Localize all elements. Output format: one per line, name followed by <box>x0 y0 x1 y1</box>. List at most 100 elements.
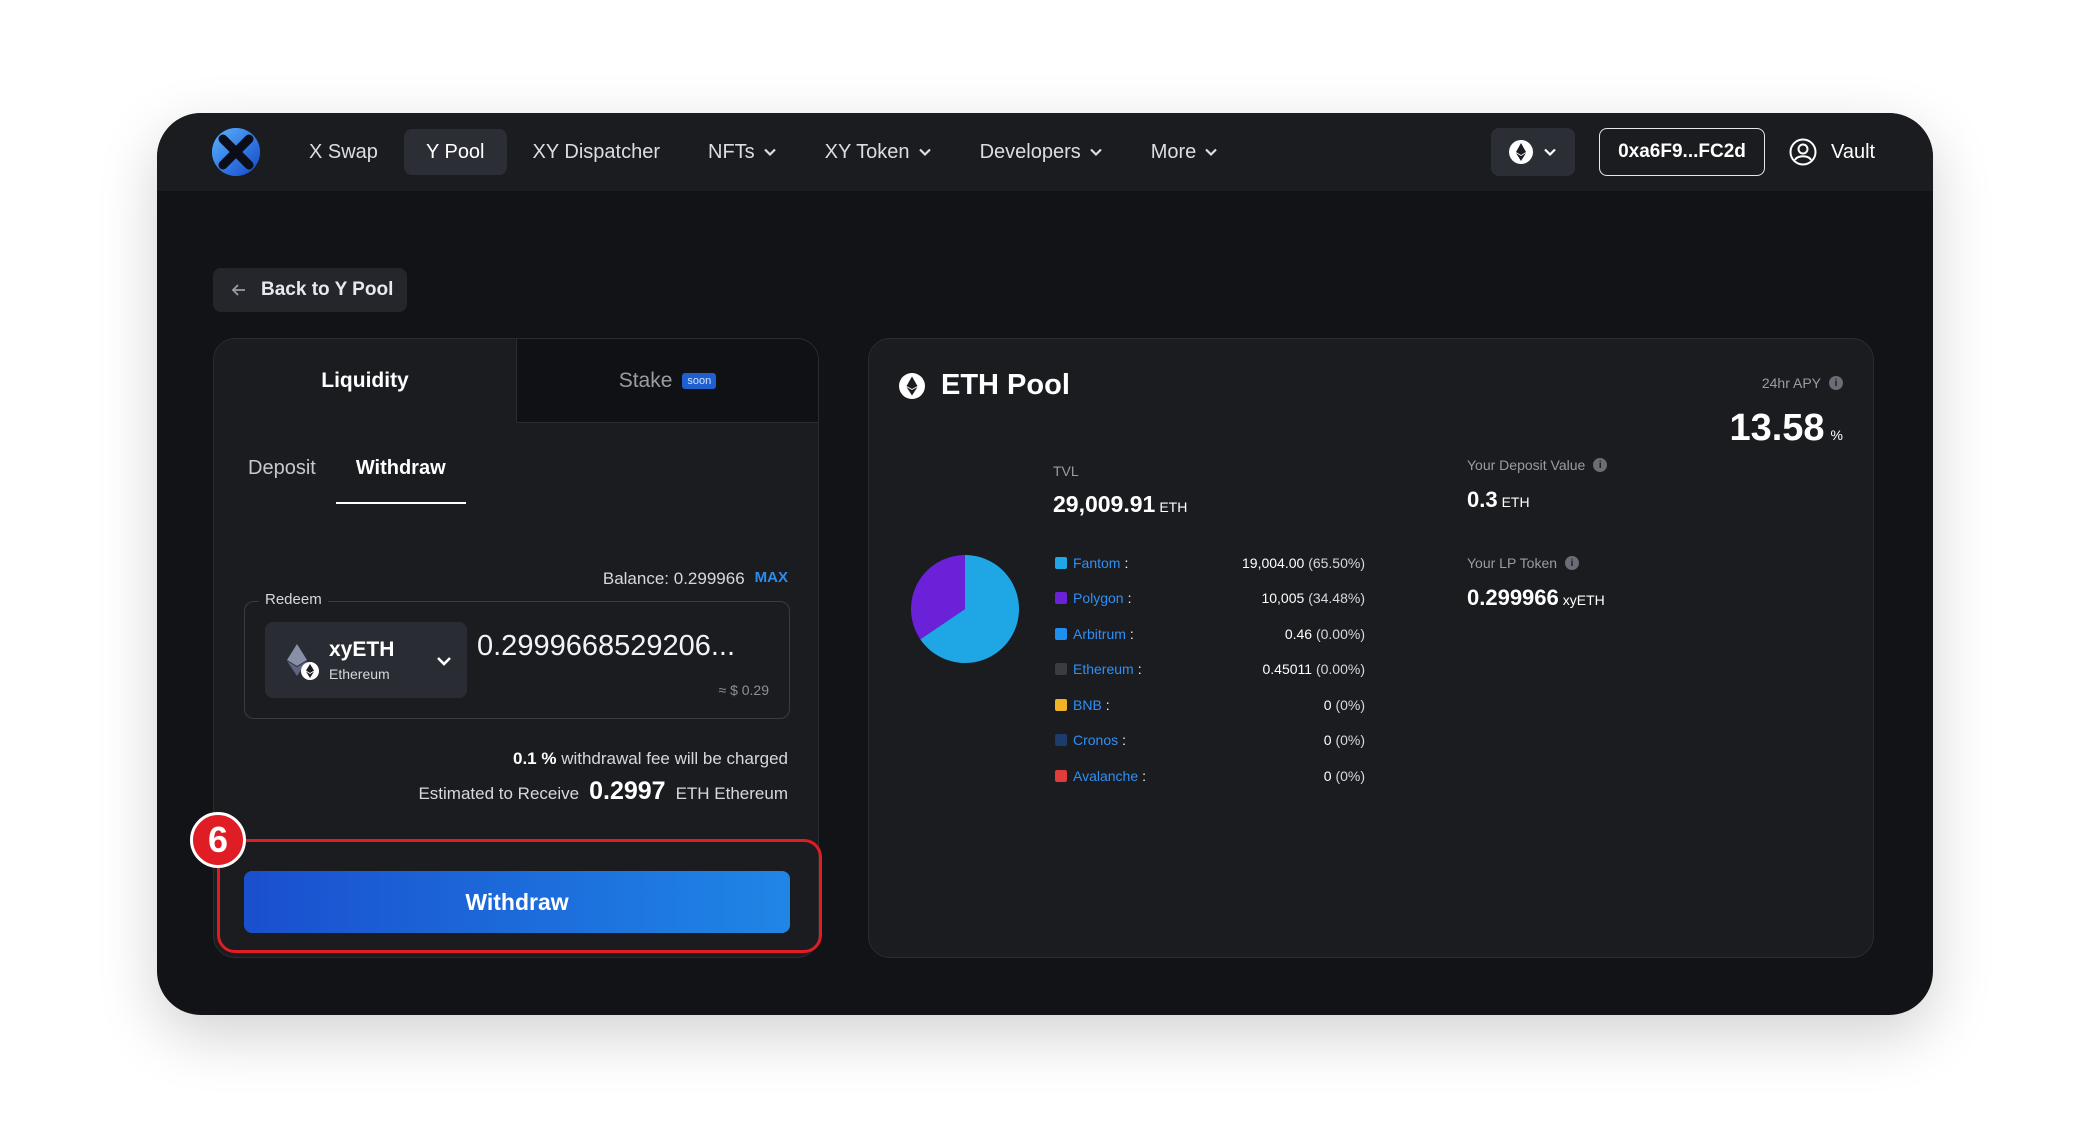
lp-token-value: 0.299966 xyETH <box>1467 585 1605 611</box>
vault-link[interactable]: Vault <box>1789 128 1875 176</box>
pool-distribution-pie-chart <box>911 555 1019 663</box>
deposit-value-label: Your Deposit Value i <box>1467 457 1608 473</box>
legend-row: Polygon: 10,005 (34.48%) <box>1055 581 1365 617</box>
arrow-left-icon <box>231 284 245 296</box>
tab-liquidity[interactable]: Liquidity <box>214 339 516 423</box>
nav-item-developers[interactable]: Developers <box>958 129 1125 175</box>
legend-chain-name[interactable]: Cronos <box>1073 732 1118 748</box>
tvl-number: 29,009.91 <box>1053 491 1156 517</box>
tvl-value: 29,009.91 ETH <box>1053 491 1187 518</box>
legend-value: 0.46 (0.00%) <box>1285 626 1365 642</box>
pool-distribution-legend: Fantom: 19,004.00 (65.50%) Polygon: 10,005 … <box>1055 545 1365 794</box>
legend-chain-name[interactable]: Ethereum <box>1073 661 1134 677</box>
nav-item-label: Y Pool <box>425 140 485 163</box>
legend-colon: : <box>1129 625 1134 642</box>
legend-colon: : <box>1105 696 1110 713</box>
tab-liquidity-label: Liquidity <box>321 369 409 392</box>
legend-chain-name[interactable]: BNB <box>1073 697 1102 713</box>
user-account-icon <box>1789 138 1817 166</box>
redeem-amount-input[interactable]: 0.2999668529206... <box>477 630 735 663</box>
estimate-unit: ETH Ethereum <box>675 784 788 803</box>
legend-colon: : <box>1137 661 1142 678</box>
soon-badge: soon <box>682 372 717 389</box>
nav-item-label: Developers <box>979 140 1081 163</box>
main-nav: X Swap Y Pool XY Dispatcher NFTs XY Token Dev… <box>287 129 1240 175</box>
xyeth-token-icon <box>287 644 319 680</box>
legend-chain-name[interactable]: Avalanche <box>1073 768 1138 784</box>
legend-amount: 0.45011 <box>1262 661 1313 678</box>
deposit-withdraw-subtabs: Deposit Withdraw <box>248 457 466 504</box>
legend-colon: : <box>1142 767 1147 784</box>
legend-colon: : <box>1122 732 1127 749</box>
legend-amount: 0.46 <box>1284 625 1313 642</box>
subtab-deposit[interactable]: Deposit <box>248 457 316 504</box>
deposit-label-text: Your Deposit Value <box>1467 457 1586 473</box>
legend-colon: : <box>1124 554 1129 571</box>
legend-swatch <box>1055 663 1067 676</box>
back-to-y-pool-button[interactable]: Back to Y Pool <box>213 268 407 312</box>
legend-amount: 0 <box>1323 696 1332 713</box>
wallet-address-button[interactable]: 0xa6F9...FC2d <box>1599 128 1765 176</box>
nav-item-xy-dispatcher[interactable]: XY Dispatcher <box>511 129 682 175</box>
redeem-label: Redeem <box>259 591 328 608</box>
legend-swatch <box>1055 592 1067 605</box>
info-icon[interactable]: i <box>1829 376 1843 390</box>
lp-label-text: Your LP Token <box>1467 555 1558 571</box>
nav-item-label: XY Token <box>824 140 910 163</box>
xy-finance-logo-icon[interactable] <box>211 127 261 177</box>
nav-item-xy-token[interactable]: XY Token <box>803 129 954 175</box>
chevron-down-icon <box>1089 148 1102 157</box>
subtab-withdraw[interactable]: Withdraw <box>335 457 466 504</box>
token-chain: Ethereum <box>329 666 390 682</box>
balance-row: Balance: 0.299966 MAX <box>603 569 788 589</box>
nav-item-y-pool[interactable]: Y Pool <box>403 129 507 175</box>
chevron-down-icon <box>1544 148 1556 157</box>
token-selector[interactable]: xyETH Ethereum <box>265 622 467 698</box>
legend-row: Cronos: 0 (0%) <box>1055 723 1365 759</box>
max-button[interactable]: MAX <box>755 569 788 589</box>
legend-value: 0.45011 (0.00%) <box>1263 661 1366 677</box>
fee-percent: 0.1 % <box>512 749 557 768</box>
nav-item-label: NFTs <box>708 140 755 163</box>
lp-token-label: Your LP Token i <box>1467 555 1580 571</box>
nav-item-nfts[interactable]: NFTs <box>686 129 799 175</box>
nav-item-more[interactable]: More <box>1129 129 1241 175</box>
lp-unit: xyETH <box>1562 592 1605 608</box>
pool-title-text: ETH Pool <box>941 369 1070 401</box>
tvl-unit: ETH <box>1159 499 1188 515</box>
legend-amount: 10,005 <box>1261 590 1305 607</box>
nav-item-x-swap[interactable]: X Swap <box>287 129 400 175</box>
legend-value: 0 (0%) <box>1324 768 1365 784</box>
fee-text: withdrawal fee will be charged <box>561 749 788 768</box>
chain-selector-button[interactable] <box>1491 128 1575 176</box>
nav-item-label: More <box>1150 140 1197 163</box>
apy-unit: % <box>1830 427 1843 443</box>
deposit-unit: ETH <box>1501 494 1530 510</box>
token-name: xyETH <box>329 638 395 661</box>
legend-row: Ethereum: 0.45011 (0.00%) <box>1055 652 1365 688</box>
chevron-down-icon <box>437 657 451 666</box>
nav-item-label: X Swap <box>309 140 378 163</box>
withdraw-highlight-annotation <box>217 839 822 953</box>
legend-swatch <box>1055 734 1067 747</box>
legend-chain-name[interactable]: Polygon <box>1073 590 1124 606</box>
step-number-badge: 6 <box>190 812 246 868</box>
apy-label-text: 24hr APY <box>1761 375 1821 391</box>
legend-chain-name[interactable]: Fantom <box>1073 555 1120 571</box>
lp-number: 0.299966 <box>1467 585 1559 610</box>
withdrawal-fee-note: 0.1 % withdrawal fee will be charged <box>513 749 788 769</box>
info-icon[interactable]: i <box>1565 556 1580 570</box>
pool-title: ETH Pool <box>899 369 1070 402</box>
tab-stake[interactable]: Stake soon <box>516 339 818 423</box>
legend-amount: 19,004.00 <box>1242 554 1305 571</box>
legend-value: 0 (0%) <box>1324 732 1365 748</box>
legend-swatch <box>1055 627 1067 640</box>
legend-chain-name[interactable]: Arbitrum <box>1073 626 1126 642</box>
deposit-number: 0.3 <box>1467 487 1498 512</box>
tvl-label: TVL <box>1053 463 1079 479</box>
ethereum-icon <box>1509 140 1533 164</box>
info-icon[interactable]: i <box>1593 458 1608 472</box>
legend-percent: (65.50%) <box>1308 554 1365 571</box>
redeem-usd-value: ≈ $ 0.29 <box>718 682 770 698</box>
legend-value: 19,004.00 (65.50%) <box>1242 555 1365 571</box>
